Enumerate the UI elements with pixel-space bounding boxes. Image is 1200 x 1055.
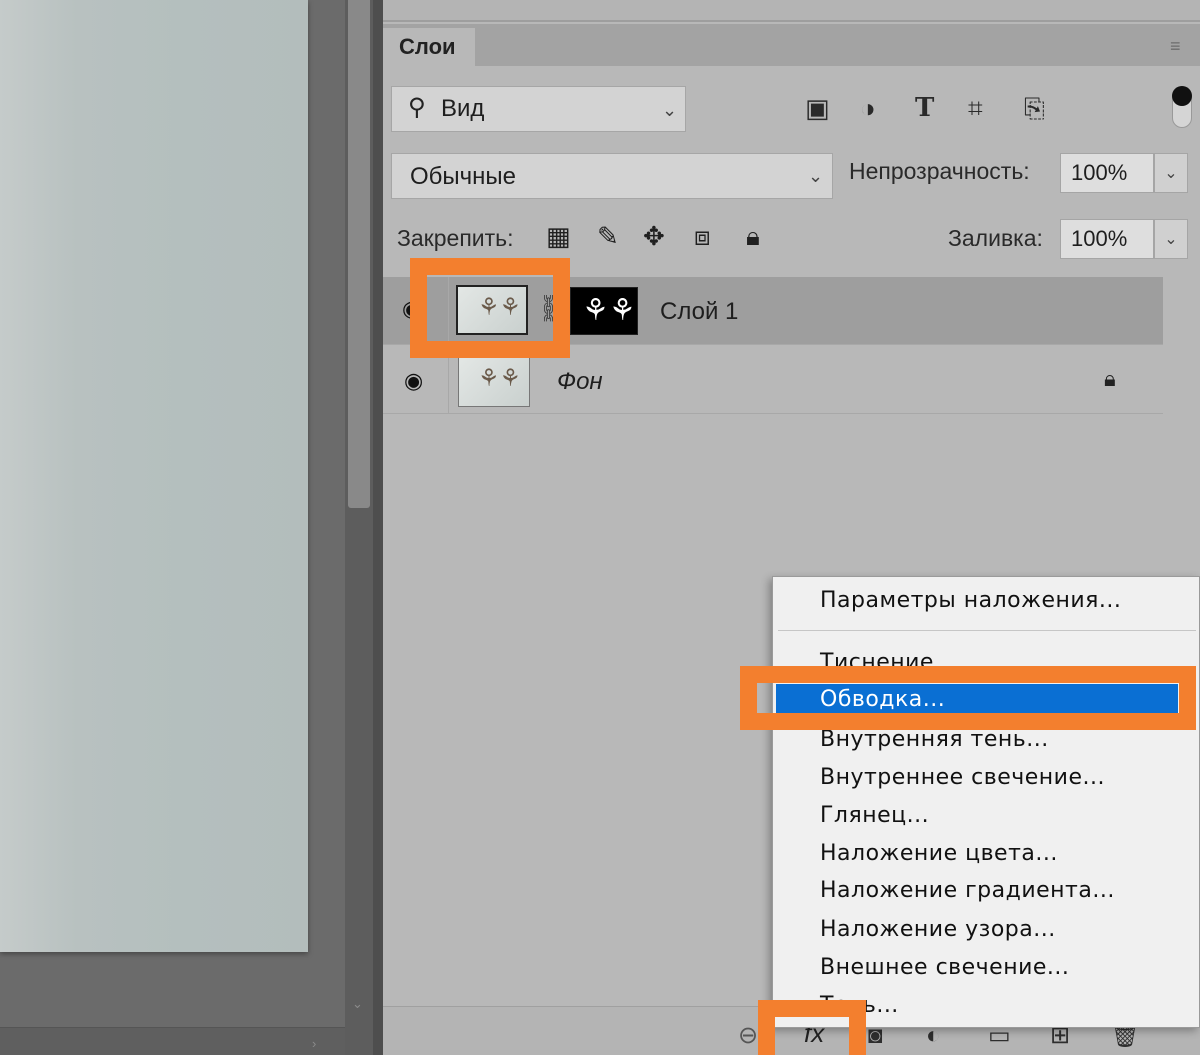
menu-item-blending-options[interactable]: Параметры наложения... bbox=[772, 582, 1200, 620]
menu-item-pattern-overlay[interactable]: Наложение узора... bbox=[772, 911, 1200, 949]
tab-layers[interactable]: Слои bbox=[383, 28, 475, 66]
mask-figure-icon: ⚘⚘ bbox=[582, 294, 636, 327]
lock-all-icon[interactable]: 🔒︎ bbox=[746, 221, 760, 251]
vertical-scrollbar-thumb[interactable] bbox=[348, 0, 370, 508]
fill-label: Заливка: bbox=[948, 225, 1043, 251]
fill-field[interactable]: 100% bbox=[1060, 219, 1154, 259]
opacity-field[interactable]: 100% bbox=[1060, 153, 1154, 193]
chevron-down-icon: ⌄ bbox=[662, 100, 678, 120]
horizontal-scrollbar[interactable] bbox=[0, 1027, 345, 1055]
fill-dropdown-button[interactable]: ⌄ bbox=[1154, 219, 1188, 259]
blend-mode-value: Обычные bbox=[410, 163, 517, 190]
scroll-down-icon[interactable]: ⌄ bbox=[352, 996, 363, 1012]
menu-item-inner-glow[interactable]: Внутреннее свечение... bbox=[772, 759, 1200, 797]
filter-toggle-knob bbox=[1172, 86, 1192, 106]
opacity-label: Непрозрачность: bbox=[849, 158, 1030, 184]
lock-position-icon[interactable]: ✥ bbox=[643, 221, 665, 251]
link-layers-icon[interactable]: ⊖ bbox=[738, 1022, 758, 1050]
panel-tab-bar bbox=[383, 24, 1200, 66]
annotation-box-stroke bbox=[740, 666, 1196, 730]
adjustment-layer-icon[interactable]: ◑ bbox=[860, 93, 876, 123]
menu-item-satin[interactable]: Глянец... bbox=[772, 797, 1200, 835]
search-icon: ⚲ bbox=[408, 94, 426, 121]
lock-icon: 🔒︎ bbox=[1104, 366, 1116, 391]
lock-artboard-icon[interactable]: ⧈ bbox=[694, 221, 711, 251]
opacity-dropdown-button[interactable]: ⌄ bbox=[1154, 153, 1188, 193]
layer-filter-label: Вид bbox=[441, 95, 485, 122]
thumbnail-figure-icon: ⚘⚘ bbox=[478, 365, 522, 392]
panel-menu-icon[interactable]: ≡ bbox=[1170, 36, 1181, 57]
shape-layer-icon[interactable]: ⌗ bbox=[968, 93, 983, 123]
lock-image-icon[interactable]: ✎ bbox=[597, 221, 619, 251]
layer-name[interactable]: Слой 1 bbox=[660, 298, 738, 326]
pixel-layer-icon[interactable]: ▣ bbox=[805, 93, 830, 123]
layer-name[interactable]: Фон bbox=[557, 368, 603, 396]
panel-top-strip bbox=[383, 0, 1200, 22]
scroll-right-icon[interactable]: › bbox=[312, 1036, 316, 1051]
annotation-box-thumbnail bbox=[410, 258, 570, 358]
lock-transparent-icon[interactable]: ▦ bbox=[546, 221, 571, 251]
menu-separator bbox=[778, 630, 1196, 631]
chevron-down-icon: ⌄ bbox=[808, 166, 824, 186]
menu-item-outer-glow[interactable]: Внешнее свечение... bbox=[772, 949, 1200, 987]
layer-filter-select[interactable] bbox=[391, 86, 686, 132]
menu-item-gradient-overlay[interactable]: Наложение градиента... bbox=[772, 872, 1200, 910]
smart-object-icon[interactable]: ⎘ bbox=[1024, 93, 1045, 123]
menu-item-color-overlay[interactable]: Наложение цвета... bbox=[772, 835, 1200, 873]
annotation-box-fx bbox=[758, 1000, 866, 1055]
type-layer-icon[interactable]: T bbox=[915, 93, 934, 123]
panel-divider[interactable] bbox=[373, 0, 383, 1055]
eye-icon[interactable]: ◉ bbox=[404, 368, 423, 394]
lock-label: Закрепить: bbox=[397, 225, 514, 251]
document-canvas[interactable] bbox=[0, 0, 308, 952]
